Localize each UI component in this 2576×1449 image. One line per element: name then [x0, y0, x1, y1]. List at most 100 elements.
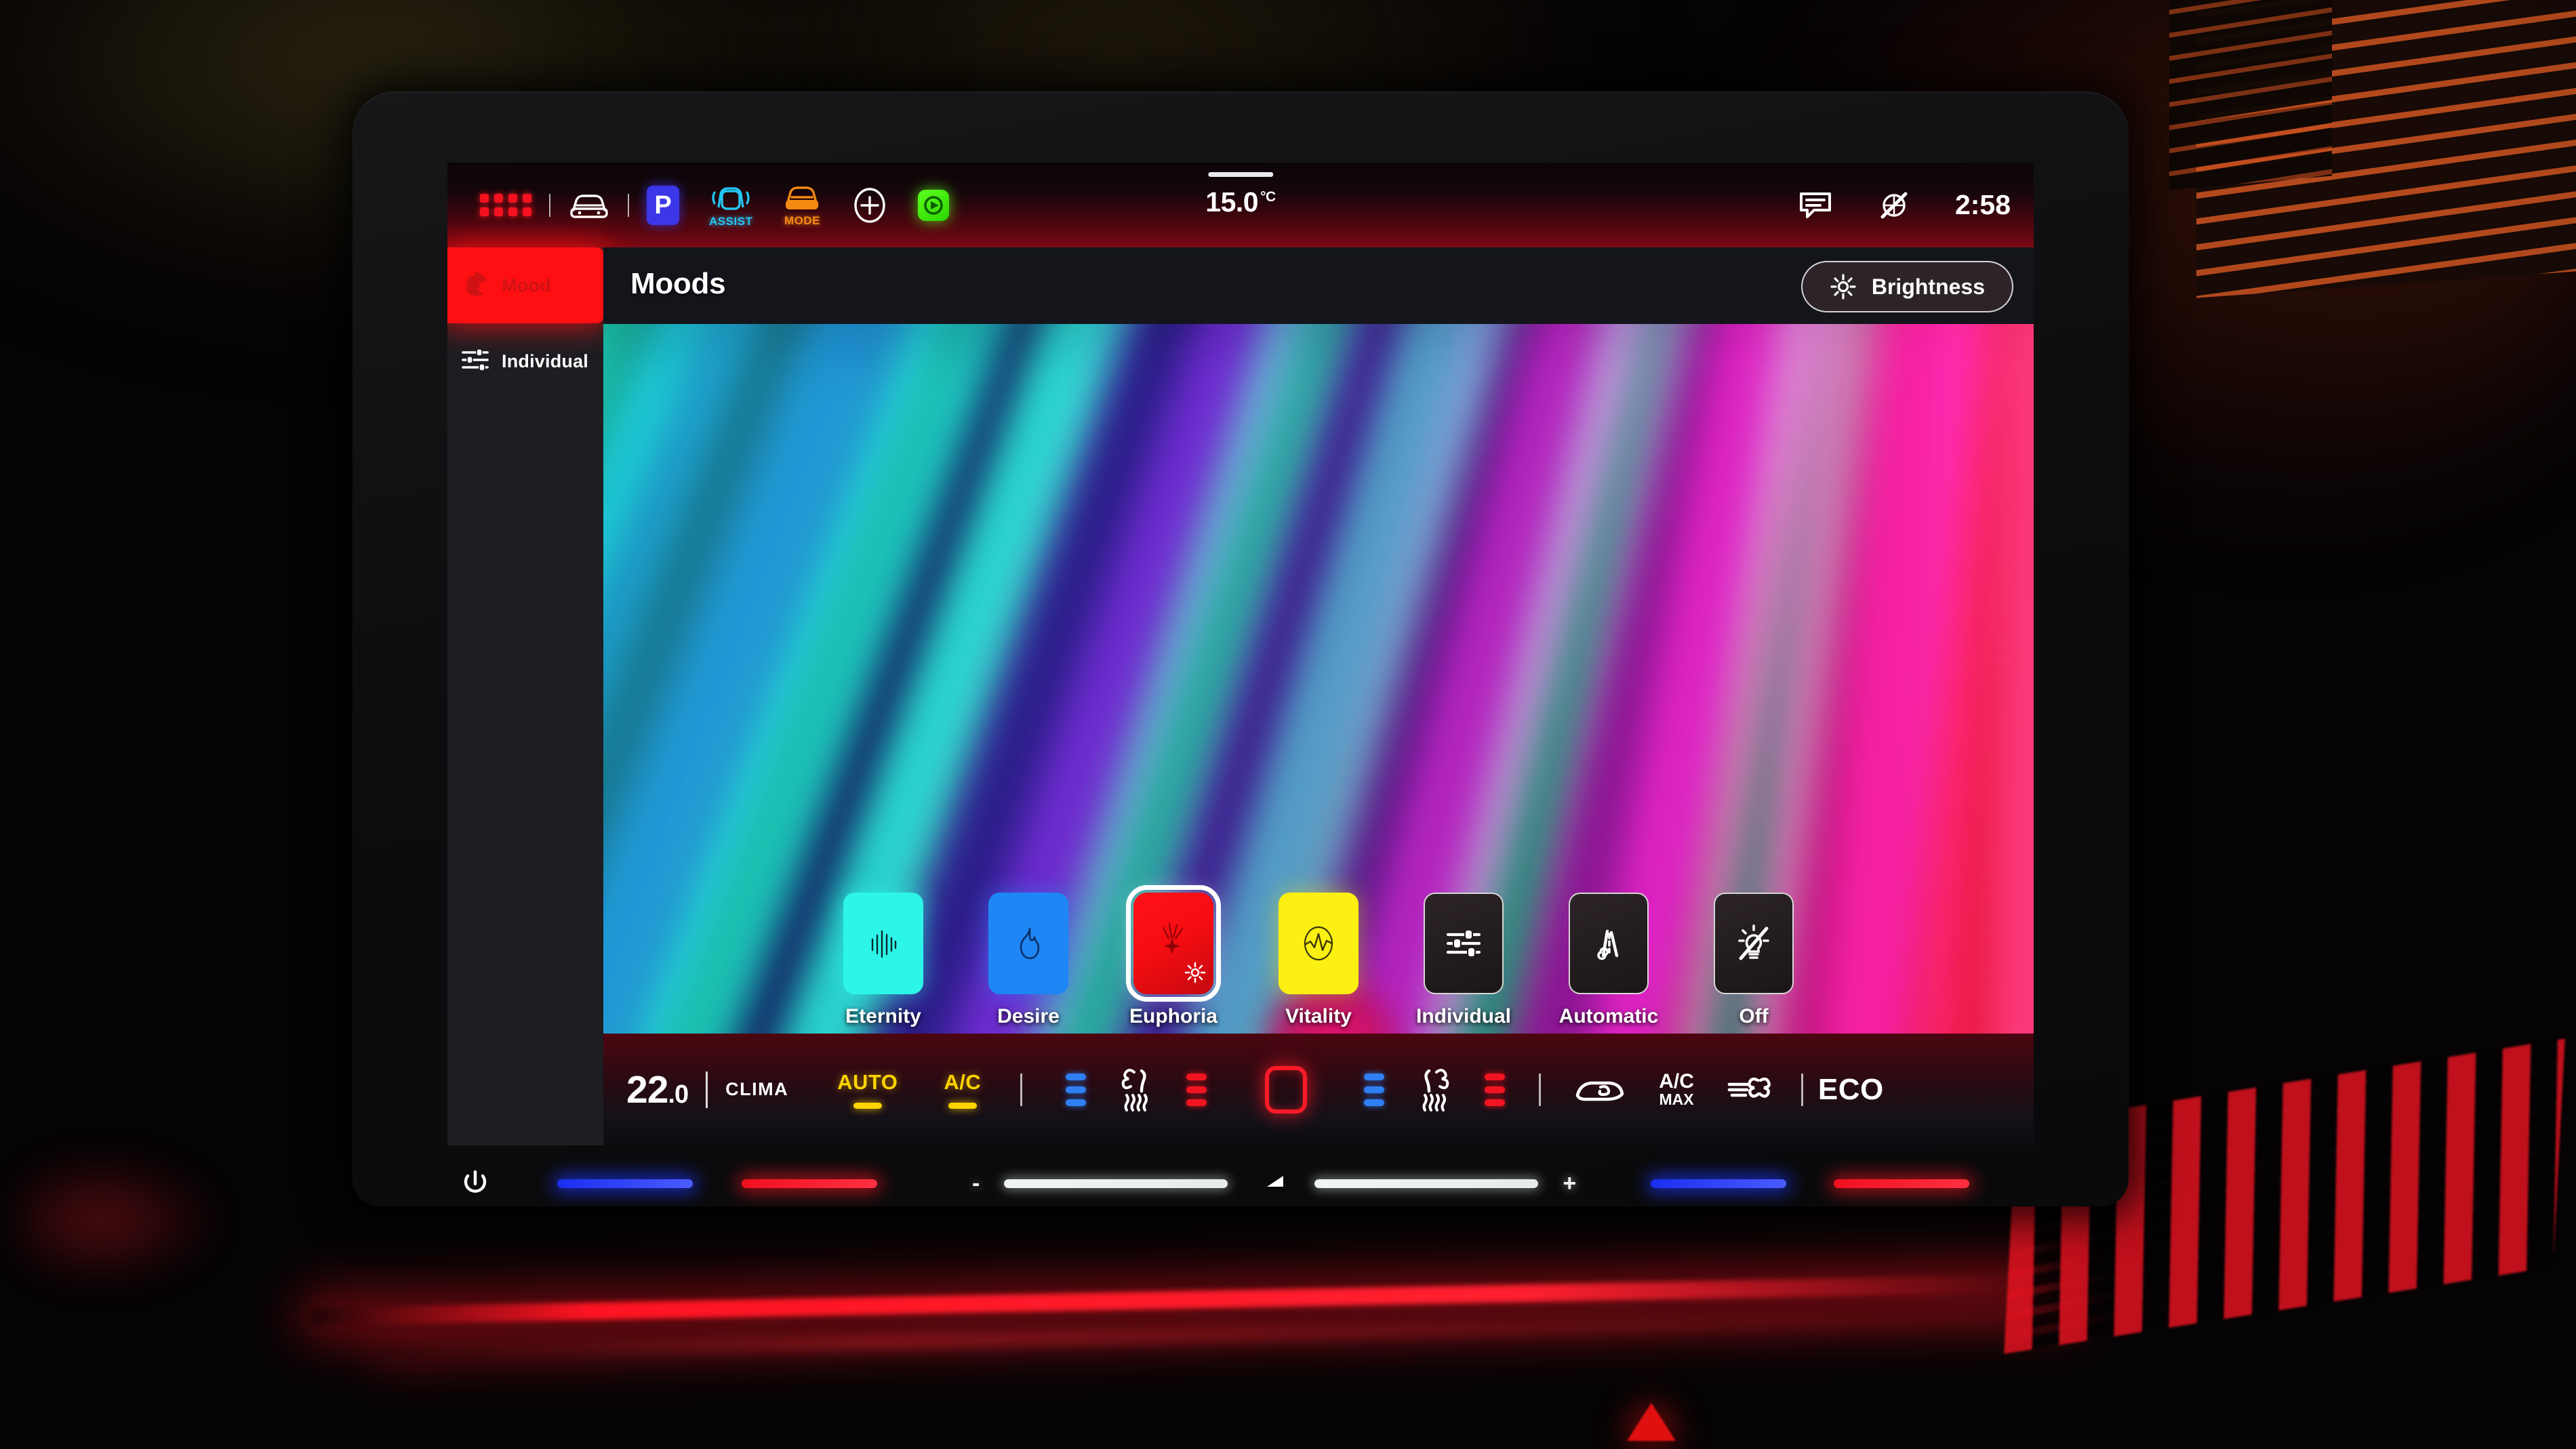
mood-swatch — [1569, 893, 1649, 994]
sliders-icon — [460, 344, 491, 379]
divider — [1800, 1073, 1803, 1106]
right-temp-warm-slider[interactable] — [1834, 1179, 1970, 1188]
mood-tile-desire[interactable]: Desire — [978, 893, 1079, 1028]
media-button[interactable] — [903, 189, 964, 221]
mood-tile-automatic[interactable]: Automatic — [1558, 893, 1659, 1028]
mood-swatch — [1279, 893, 1359, 994]
assist-label: ASSIST — [709, 215, 753, 228]
volume-increase-button[interactable]: + — [1563, 1170, 1576, 1197]
brightness-indicator-icon — [1184, 961, 1207, 987]
power-icon[interactable] — [461, 1168, 489, 1199]
eco-button[interactable]: ECO — [1818, 1073, 1884, 1107]
seat-ventilation-icon[interactable] — [1410, 1064, 1459, 1116]
hazard-warning-light — [1627, 1403, 1676, 1441]
divider — [1020, 1073, 1023, 1106]
drive-mode-button[interactable]: MODE — [767, 182, 837, 228]
media-play-icon — [918, 189, 950, 221]
mood-label: Automatic — [1558, 1005, 1659, 1027]
sliders-icon — [1446, 929, 1481, 958]
volume-decrease-button[interactable]: - — [972, 1170, 980, 1197]
pulse-circle-icon — [1304, 926, 1333, 961]
divider — [706, 1071, 708, 1108]
mood-tile-euphoria[interactable]: Euphoria — [1123, 885, 1224, 1028]
ambient-light-strip — [311, 1274, 2048, 1326]
assist-button[interactable]: ASSIST — [694, 182, 767, 228]
park-button[interactable]: P — [632, 185, 694, 225]
main-panel: Moods Brightness Eternity Desire Euphori… — [603, 247, 2034, 1145]
page-title: Moods — [630, 267, 726, 300]
mood-tile-off[interactable]: Off — [1703, 893, 1805, 1028]
auto-button[interactable]: AUTO — [837, 1070, 898, 1109]
physical-control-strip: - + — [447, 1162, 2034, 1204]
status-bar: P ASSIST MODE 15.0 °C 2:58 — [447, 163, 2034, 247]
mood-label: Euphoria — [1129, 1005, 1217, 1027]
bulb-off-icon — [1738, 924, 1769, 960]
ac-label: A/C — [944, 1070, 982, 1094]
ac-button[interactable]: A/C — [944, 1070, 981, 1109]
mood-swatch — [1424, 893, 1504, 994]
auto-active-indicator — [853, 1103, 882, 1109]
mood-swatch — [843, 893, 923, 994]
left-temp-cool-slider[interactable] — [557, 1179, 693, 1188]
temperature-decimal: .0 — [668, 1080, 689, 1109]
mood-tile-row: Eternity Desire Euphoria Vitality Indivi… — [603, 885, 2034, 1028]
sidebar-item-mood[interactable]: Mood — [447, 247, 603, 323]
mood-label: Eternity — [845, 1005, 921, 1027]
road-link-icon — [1597, 929, 1619, 960]
photo-scene: P ASSIST MODE 15.0 °C 2:58 Mood Individu… — [0, 0, 2576, 1449]
mood-icon — [460, 268, 491, 303]
infotainment-screen: P ASSIST MODE 15.0 °C 2:58 Mood Individu… — [447, 163, 2034, 1145]
seat-ventilation-icon[interactable] — [1112, 1064, 1161, 1116]
seat-heating-level-left[interactable] — [1186, 1073, 1207, 1106]
sidebar-item-label: Mood — [502, 274, 551, 295]
ac-max-line1: A/C — [1659, 1070, 1694, 1093]
air-recirculation-icon[interactable] — [1571, 1071, 1628, 1109]
assist-icon — [712, 187, 750, 210]
climate-bar: 22.0 CLIMA AUTO A/C A/C MAX ECO — [603, 1034, 2034, 1145]
mood-artwork-stage: Eternity Desire Euphoria Vitality Indivi… — [603, 324, 2034, 1034]
mood-swatch-selected — [1126, 885, 1221, 1002]
sparkle-icon — [1162, 922, 1184, 954]
app-grid-icon — [480, 194, 531, 216]
mood-label: Off — [1739, 1005, 1769, 1027]
divider — [628, 193, 629, 217]
mood-tile-individual[interactable]: Individual — [1413, 893, 1514, 1028]
right-temp-cool-slider[interactable] — [1651, 1179, 1787, 1188]
fan-airflow-icon[interactable] — [1725, 1074, 1779, 1106]
brightness-label: Brightness — [1871, 274, 1985, 299]
mood-tile-eternity[interactable]: Eternity — [832, 893, 934, 1028]
flame-icon — [1020, 927, 1040, 960]
add-button[interactable] — [837, 187, 903, 224]
mood-tile-vitality[interactable]: Vitality — [1268, 893, 1369, 1028]
divider — [549, 193, 550, 217]
seat-heating-level-right[interactable] — [1485, 1073, 1506, 1106]
park-badge: P — [647, 185, 679, 225]
sun-icon — [1830, 274, 1856, 300]
ac-active-indicator — [948, 1103, 977, 1109]
clima-button[interactable]: CLIMA — [725, 1079, 788, 1100]
volume-slider[interactable] — [1004, 1179, 1228, 1188]
mood-label: Desire — [997, 1005, 1060, 1027]
mode-label: MODE — [784, 214, 820, 227]
mood-label: Individual — [1415, 1005, 1511, 1027]
clock: 2:58 — [1954, 189, 2011, 220]
waveform-bars-icon — [871, 930, 897, 958]
sidebar-item-individual[interactable]: Individual — [447, 323, 603, 399]
sound-muted-icon[interactable] — [1878, 189, 1910, 222]
left-temp-warm-slider[interactable] — [742, 1179, 877, 1188]
volume-slider-right[interactable] — [1314, 1179, 1539, 1188]
plus-circle-icon — [854, 187, 886, 223]
seat-cooling-level-left[interactable] — [1066, 1073, 1087, 1106]
vehicle-button[interactable] — [553, 190, 625, 221]
ac-max-button[interactable]: A/C MAX — [1659, 1072, 1694, 1107]
ambient-light-strip-glow — [380, 1312, 2074, 1358]
app-grid-button[interactable] — [465, 194, 546, 216]
message-icon[interactable] — [1798, 190, 1833, 221]
seat-cooling-level-right[interactable] — [1364, 1073, 1385, 1106]
status-center: 15.0 °C — [1205, 163, 1276, 218]
drag-handle[interactable] — [1207, 172, 1273, 177]
seat-heating-button[interactable] — [1265, 1065, 1308, 1114]
divider — [1539, 1073, 1542, 1106]
brightness-button[interactable]: Brightness — [1800, 261, 2013, 312]
climate-temperature[interactable]: 22.0 — [626, 1067, 689, 1112]
